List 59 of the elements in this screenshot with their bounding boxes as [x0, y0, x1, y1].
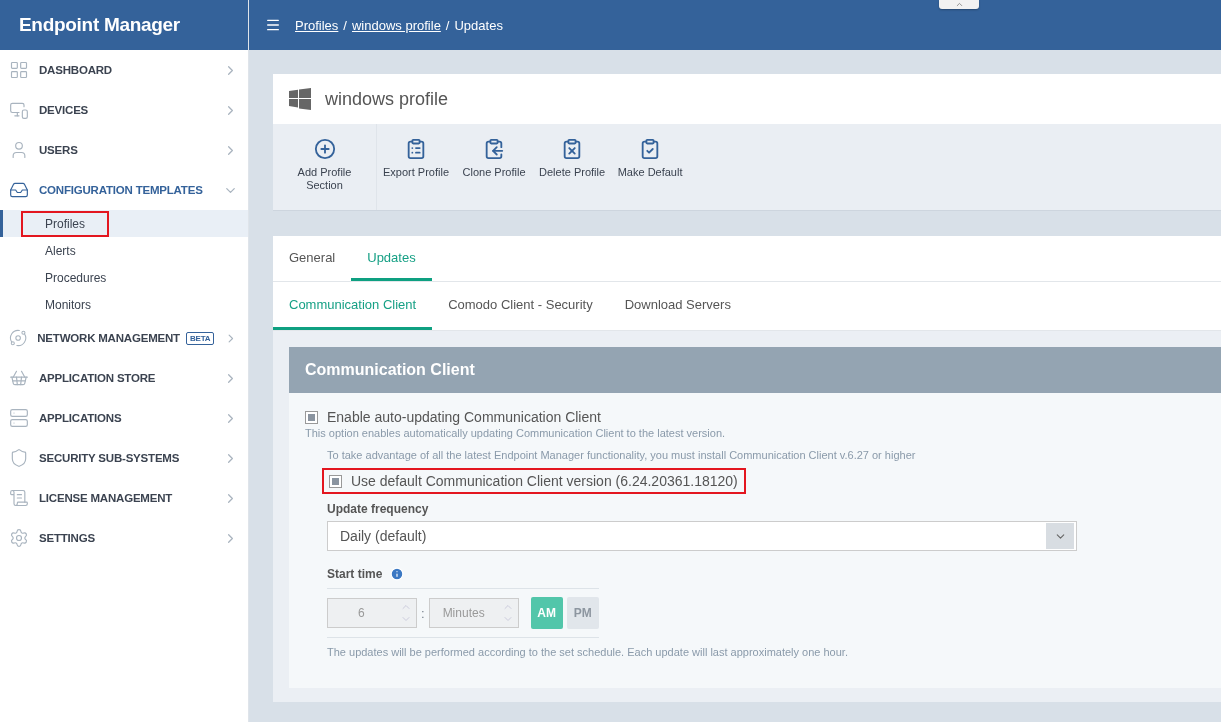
sidebar-subitem[interactable]: Monitors — [0, 291, 248, 318]
toolbar-button[interactable]: Export Profile — [377, 124, 456, 210]
sidebar-item[interactable]: LICENSE MANAGEMENT — [0, 478, 248, 518]
breadcrumb-link[interactable]: Profiles — [295, 17, 339, 33]
info-icon[interactable] — [390, 567, 405, 581]
sidebar-item[interactable]: NETWORK MANAGEMENT BETA — [0, 318, 248, 358]
footnote-text: The updates will be performed according to the set schedule. Each update will last approximately one hour. — [327, 646, 849, 658]
windows-logo-icon — [289, 88, 311, 110]
tray-icon — [9, 180, 29, 200]
sidebar-item[interactable]: USERS — [0, 130, 248, 170]
toolbar-button[interactable]: Make Default — [611, 124, 690, 210]
sidebar-subitem[interactable]: Alerts — [0, 237, 248, 264]
breadcrumb-link[interactable]: windows profile — [352, 17, 441, 33]
toolbar-button[interactable]: Delete Profile — [533, 124, 612, 210]
frequency-select[interactable]: Daily (default) — [327, 521, 1077, 551]
app-title: Endpoint Manager — [0, 0, 248, 50]
basket-icon — [9, 368, 29, 388]
breadcrumb-separator: / — [343, 17, 347, 33]
sidebar-item[interactable]: APPLICATION STORE — [0, 358, 248, 398]
sidebar-item[interactable]: DASHBOARD — [0, 50, 248, 90]
field-label: Start time — [327, 567, 383, 581]
tab[interactable]: General — [273, 236, 352, 281]
checkbox-label: Enable auto-updating Communication Client — [327, 409, 601, 425]
sidebar-subitem[interactable]: Profiles — [0, 210, 248, 237]
breadcrumb-separator: / — [445, 17, 450, 33]
caret-icon — [954, 0, 964, 9]
toolbar-button[interactable]: Add Profile Section — [273, 124, 377, 210]
time-separator: : — [421, 605, 425, 621]
dots-circle-icon — [9, 328, 28, 348]
breadcrumb-current: Updates — [454, 17, 503, 33]
tab[interactable]: Comodo Client - Security — [432, 282, 609, 330]
toolbar-button[interactable]: Clone Profile — [455, 124, 534, 210]
collapse-button[interactable] — [939, 0, 979, 9]
profile-title: windows profile — [325, 88, 449, 110]
settings-icon — [9, 528, 29, 548]
scroll-icon — [9, 488, 29, 508]
checkbox[interactable] — [329, 474, 342, 488]
field-label: Update frequency — [327, 502, 429, 516]
checkbox[interactable] — [305, 410, 318, 424]
help-text: This option enables automatically updating Communication Client to the latest version. — [305, 427, 727, 439]
clipboard-list-icon — [405, 138, 427, 160]
devices-icon — [9, 100, 29, 120]
panel-title: Communication Client — [289, 347, 1221, 393]
checkbox-label: Use default Communication Client version (6.24.20361.18120) — [351, 473, 738, 489]
sidebar-item[interactable]: APPLICATIONS — [0, 398, 248, 438]
grid-icon — [9, 60, 29, 80]
beta-badge: BETA — [185, 331, 215, 345]
clipboard-copy-icon — [483, 138, 506, 160]
sidebar-item[interactable]: SECURITY SUB-SYSTEMS — [0, 438, 248, 478]
sidebar-item[interactable]: DEVICES — [0, 90, 248, 130]
sidebar-item[interactable]: SETTINGS — [0, 518, 248, 558]
notice-text: To take advantage of all the latest Endpoint Manager functionality, you must install Communication Client v.6.27 or higher — [327, 449, 917, 461]
shield-icon — [9, 448, 29, 468]
menu-icon[interactable] — [265, 17, 281, 33]
add-circle-icon — [313, 138, 336, 160]
server-icon — [9, 408, 29, 428]
tab[interactable]: Download Servers — [608, 282, 747, 330]
sidebar-item[interactable]: CONFIGURATION TEMPLATES — [0, 170, 248, 210]
sidebar-subitem[interactable]: Procedures — [0, 264, 248, 291]
